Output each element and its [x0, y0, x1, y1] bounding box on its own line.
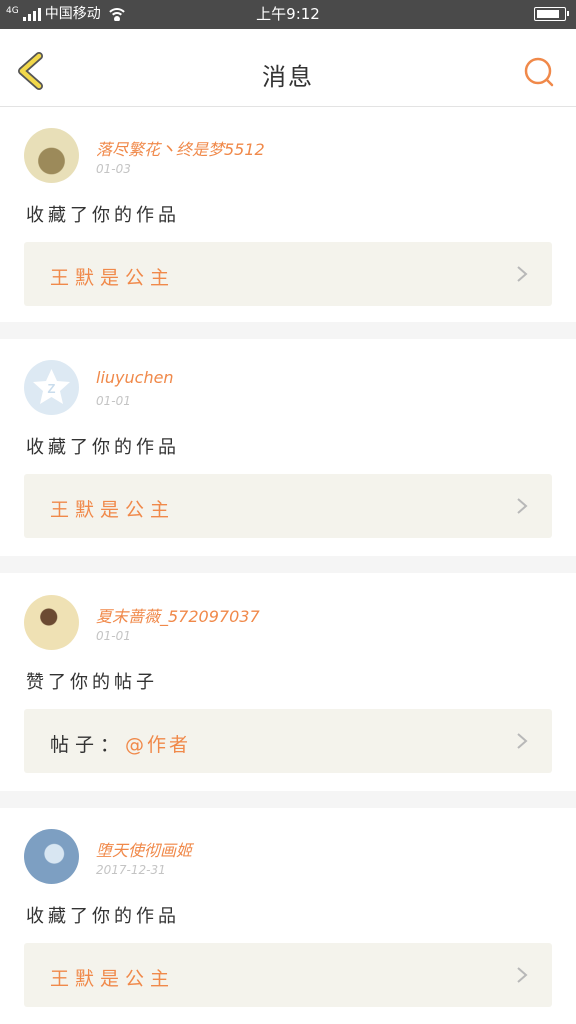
notification-action: 收藏了你的作品 — [26, 437, 180, 458]
notification-username[interactable]: liuyuchen — [96, 368, 174, 387]
ref-prefix: 帖子： — [50, 734, 126, 756]
notification-card: 夏末蔷薇_572097037 01-01 赞了你的帖子 帖子：@作者 — [0, 575, 576, 793]
chevron-right-icon — [517, 498, 528, 514]
battery-icon — [534, 7, 569, 21]
card-divider — [0, 556, 576, 573]
avatar[interactable] — [24, 829, 79, 884]
notification-card: Z liuyuchen 01-01 收藏了你的作品 王默是公主 — [0, 340, 576, 558]
avatar[interactable] — [24, 595, 79, 650]
post-title: 帖子：@作者 — [50, 730, 191, 757]
notification-date: 01-01 — [96, 629, 131, 643]
search-icon[interactable] — [522, 55, 556, 89]
ref-title: 王默是公主 — [50, 968, 176, 990]
page-title: 消息 — [262, 63, 314, 91]
svg-text:Z: Z — [48, 381, 56, 396]
ref-title: 王默是公主 — [50, 499, 176, 521]
notification-date: 01-01 — [96, 394, 131, 408]
notification-action: 赞了你的帖子 — [26, 672, 158, 693]
notification-action: 收藏了你的作品 — [26, 906, 180, 927]
notification-username[interactable]: 落尽繁花丶终是梦5512 — [96, 136, 265, 160]
notification-action: 收藏了你的作品 — [26, 205, 180, 226]
notification-date: 2017-12-31 — [96, 863, 166, 877]
chevron-right-icon — [517, 733, 528, 749]
work-title: 王默是公主 — [50, 263, 175, 290]
notification-date: 01-03 — [96, 162, 131, 176]
chevron-right-icon — [517, 266, 528, 282]
notification-card: 堕天使彻画姬 2017-12-31 收藏了你的作品 王默是公主 — [0, 809, 576, 1024]
work-title: 王默是公主 — [50, 495, 175, 522]
post-reference-link[interactable]: 帖子：@作者 — [24, 709, 552, 773]
work-title: 王默是公主 — [50, 964, 175, 991]
default-avatar-icon: Z — [33, 369, 70, 404]
work-reference-link[interactable]: 王默是公主 — [24, 242, 552, 306]
ref-title: @作者 — [125, 734, 192, 756]
status-bar: 4G 中国移动 上午9:12 — [0, 0, 576, 29]
notification-username[interactable]: 堕天使彻画姬 — [96, 837, 192, 861]
work-reference-link[interactable]: 王默是公主 — [24, 474, 552, 538]
notification-username[interactable]: 夏末蔷薇_572097037 — [96, 603, 260, 627]
card-divider — [0, 322, 576, 339]
notification-card: 落尽繁花丶终是梦5512 01-03 收藏了你的作品 王默是公主 — [0, 108, 576, 326]
card-divider — [0, 791, 576, 808]
nav-header: 消息 — [0, 29, 576, 107]
avatar[interactable] — [24, 128, 79, 183]
work-reference-link[interactable]: 王默是公主 — [24, 943, 552, 1007]
chevron-right-icon — [517, 967, 528, 983]
avatar[interactable]: Z — [24, 360, 79, 415]
status-time: 上午9:12 — [256, 5, 320, 23]
ref-title: 王默是公主 — [50, 267, 176, 289]
